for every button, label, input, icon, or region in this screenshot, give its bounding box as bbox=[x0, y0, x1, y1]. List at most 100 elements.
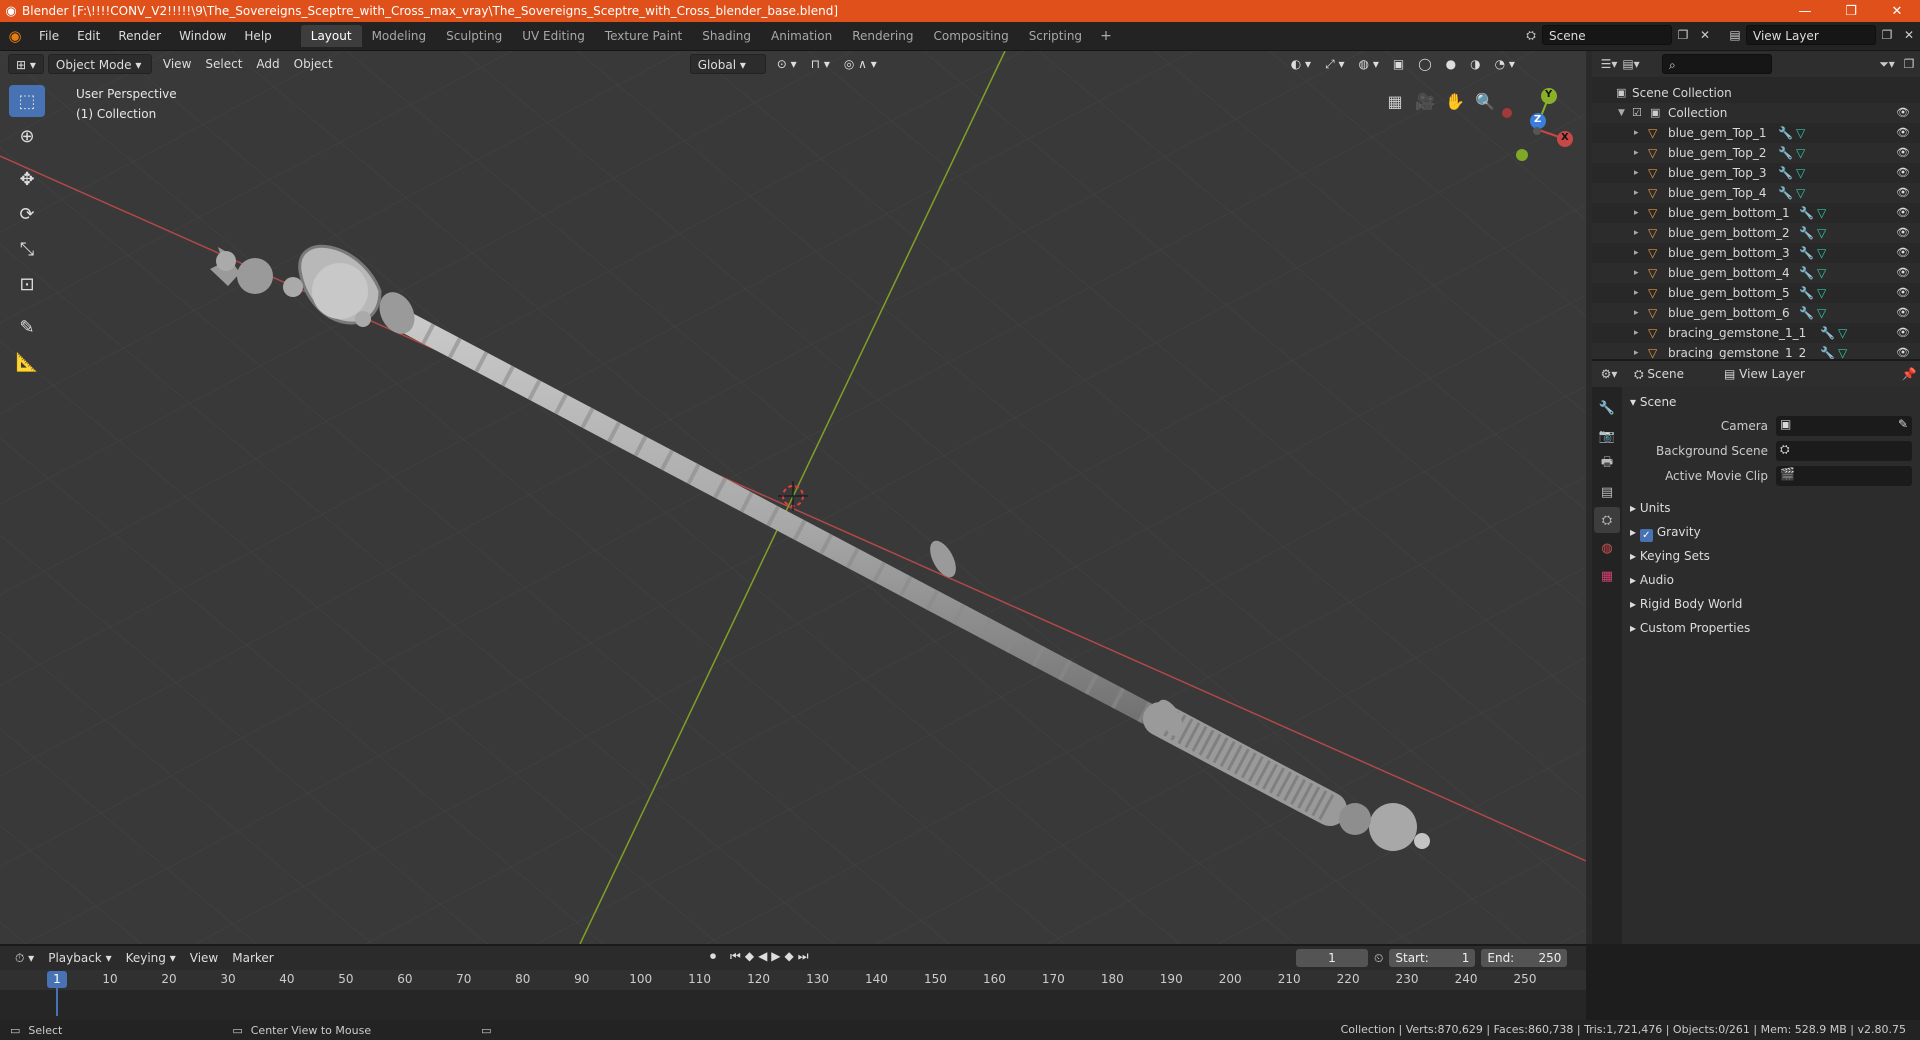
eye-icon[interactable]: 👁 bbox=[1896, 343, 1910, 359]
timeline-menu-marker[interactable]: Marker bbox=[225, 948, 280, 968]
camera-field[interactable]: ▣ ✎ bbox=[1776, 415, 1912, 436]
mesh-data-icon[interactable]: ▽ bbox=[1817, 203, 1826, 223]
scene-tab-icon[interactable]: ⛭ bbox=[1594, 507, 1620, 533]
mesh-data-icon[interactable]: ▽ bbox=[1796, 163, 1805, 183]
active-movie-clip-field[interactable]: 🎬 bbox=[1776, 465, 1912, 486]
viewport-menu-object[interactable]: Object bbox=[287, 54, 340, 74]
wrench-icon[interactable]: 🔧 bbox=[1778, 123, 1793, 143]
preview-range-icon[interactable]: ⏲ bbox=[1374, 951, 1383, 966]
expand-icon[interactable]: ▸ bbox=[1634, 283, 1639, 303]
menu-edit[interactable]: Edit bbox=[68, 25, 109, 47]
viewport-canvas[interactable] bbox=[0, 51, 1586, 944]
remove-view-layer-icon[interactable]: ✕ bbox=[1898, 25, 1920, 45]
jump-end-icon[interactable]: ⏭ bbox=[798, 949, 809, 964]
end-frame-field[interactable]: End: 250 bbox=[1481, 949, 1568, 967]
menu-file[interactable]: File bbox=[30, 25, 68, 47]
mesh-data-icon[interactable]: ▽ bbox=[1817, 223, 1826, 243]
wrench-icon[interactable]: 🔧 bbox=[1799, 203, 1814, 223]
expand-icon[interactable]: ▸ bbox=[1634, 323, 1639, 343]
scene-icon[interactable]: ⛭ bbox=[1520, 25, 1542, 45]
expand-icon[interactable]: ▸ bbox=[1634, 143, 1639, 163]
expand-icon[interactable]: ▸ bbox=[1634, 123, 1639, 143]
keying-sets-panel[interactable]: ▸ Keying Sets bbox=[1630, 544, 1912, 568]
gizmo-toggle-icon[interactable]: ⤢ ▾ bbox=[1318, 54, 1351, 74]
outliner-item[interactable]: ▸ ▽ blue_gem_bottom_2 🔧 ▽ 👁 bbox=[1592, 223, 1920, 243]
timeline-ruler[interactable]: 1102030405060708090100110120130140150160… bbox=[0, 970, 1586, 990]
next-keyframe-icon[interactable]: ◆ bbox=[785, 949, 794, 964]
checkbox-icon[interactable]: ☑ bbox=[1632, 103, 1642, 123]
eye-icon[interactable]: 👁 bbox=[1896, 163, 1910, 183]
audio-panel[interactable]: ▸ Audio bbox=[1630, 568, 1912, 592]
eye-icon[interactable]: 👁 bbox=[1896, 283, 1910, 303]
scene-collection-row[interactable]: ▣ Scene Collection bbox=[1592, 83, 1920, 103]
tab-animation[interactable]: Animation bbox=[761, 25, 842, 47]
world-tab-icon[interactable]: ◍ bbox=[1594, 535, 1620, 561]
mesh-data-icon[interactable]: ▽ bbox=[1796, 123, 1805, 143]
view-layer-tab-icon[interactable]: ▤ bbox=[1594, 479, 1620, 505]
outliner-item[interactable]: ▸ ▽ blue_gem_Top_3 🔧 ▽ 👁 bbox=[1592, 163, 1920, 183]
eye-icon[interactable]: 👁 bbox=[1896, 183, 1910, 203]
shading-rendered-icon[interactable]: ◔ ▾ bbox=[1488, 54, 1522, 74]
start-frame-field[interactable]: Start: 1 bbox=[1389, 949, 1476, 967]
wrench-icon[interactable]: 🔧 bbox=[1799, 263, 1814, 283]
wrench-icon[interactable]: 🔧 bbox=[1799, 223, 1814, 243]
mesh-data-icon[interactable]: ▽ bbox=[1817, 243, 1826, 263]
menu-help[interactable]: Help bbox=[235, 25, 280, 47]
gravity-panel[interactable]: ▸ ✓ Gravity bbox=[1630, 520, 1912, 544]
outliner-editor-type-icon[interactable]: ☰▾ bbox=[1598, 54, 1620, 74]
expand-icon[interactable]: ▸ bbox=[1634, 223, 1639, 243]
timeline-track[interactable] bbox=[0, 990, 1586, 1020]
camera-view-icon[interactable]: 🎥 bbox=[1410, 86, 1440, 116]
move-tool-icon[interactable]: ✥ bbox=[9, 163, 45, 195]
expand-icon[interactable]: ▸ bbox=[1634, 183, 1639, 203]
scene-panel-header[interactable]: ▾ Scene bbox=[1630, 391, 1912, 413]
rigid-body-world-panel[interactable]: ▸ Rigid Body World bbox=[1630, 592, 1912, 616]
viewport-menu-select[interactable]: Select bbox=[198, 54, 249, 74]
visibility-icon[interactable]: ◐ ▾ bbox=[1284, 54, 1318, 74]
viewport-menu-add[interactable]: Add bbox=[249, 54, 286, 74]
outliner-item[interactable]: ▸ ▽ bracing_gemstone_1_2 🔧 ▽ 👁 bbox=[1592, 343, 1920, 359]
new-view-layer-icon[interactable]: ❐ bbox=[1876, 25, 1898, 45]
eye-icon[interactable]: 👁 bbox=[1896, 123, 1910, 143]
mesh-data-icon[interactable]: ▽ bbox=[1838, 323, 1847, 343]
eyedropper-icon[interactable]: ✎ bbox=[1898, 417, 1908, 431]
wrench-icon[interactable]: 🔧 bbox=[1778, 143, 1793, 163]
mesh-data-icon[interactable]: ▽ bbox=[1796, 143, 1805, 163]
blender-menu-icon[interactable]: ◉ bbox=[0, 27, 30, 45]
outliner-item[interactable]: ▸ ▽ blue_gem_bottom_6 🔧 ▽ 👁 bbox=[1592, 303, 1920, 323]
wrench-icon[interactable]: 🔧 bbox=[1820, 323, 1835, 343]
shading-material-icon[interactable]: ◑ bbox=[1463, 54, 1487, 74]
tab-shading[interactable]: Shading bbox=[692, 25, 761, 47]
collection-row[interactable]: ▼ ☑ ▣ Collection 👁 bbox=[1592, 103, 1920, 123]
3d-viewport[interactable]: Y X Z ⊞ ▾ Object Mode ▾ View Select Add … bbox=[0, 51, 1586, 944]
rotate-tool-icon[interactable]: ⟳ bbox=[9, 198, 45, 230]
properties-editor-type-icon[interactable]: ⚙▾ bbox=[1598, 364, 1620, 384]
zoom-view-icon[interactable]: 🔍 bbox=[1470, 86, 1500, 116]
restore-button[interactable]: ❐ bbox=[1828, 0, 1874, 22]
wrench-icon[interactable]: 🔧 bbox=[1778, 183, 1793, 203]
eye-icon[interactable]: 👁 bbox=[1896, 303, 1910, 323]
eye-icon[interactable]: 👁 bbox=[1896, 243, 1910, 263]
tab-texture-paint[interactable]: Texture Paint bbox=[595, 25, 692, 47]
render-tab-icon[interactable]: 📷 bbox=[1594, 423, 1620, 449]
timeline-editor-type-icon[interactable]: ⏱ ▾ bbox=[8, 948, 41, 968]
outliner-item[interactable]: ▸ ▽ blue_gem_bottom_3 🔧 ▽ 👁 bbox=[1592, 243, 1920, 263]
mesh-data-icon[interactable]: ▽ bbox=[1838, 343, 1847, 359]
expand-icon[interactable]: ▸ bbox=[1634, 163, 1639, 183]
tab-uv-editing[interactable]: UV Editing bbox=[512, 25, 595, 47]
expand-icon[interactable]: ▸ bbox=[1634, 343, 1639, 359]
shading-wireframe-icon[interactable]: ◯ bbox=[1411, 54, 1438, 74]
current-frame-field[interactable]: 1 bbox=[1296, 949, 1368, 967]
record-icon[interactable]: ⏺ bbox=[710, 949, 716, 964]
tab-scripting[interactable]: Scripting bbox=[1019, 25, 1092, 47]
transform-tool-icon[interactable]: ⊡ bbox=[9, 268, 45, 300]
xray-icon[interactable]: ▣ bbox=[1386, 54, 1411, 74]
outliner-item[interactable]: ▸ ▽ blue_gem_Top_2 🔧 ▽ 👁 bbox=[1592, 143, 1920, 163]
jump-start-icon[interactable]: ⏮ bbox=[730, 949, 741, 964]
mesh-data-icon[interactable]: ▽ bbox=[1796, 183, 1805, 203]
minimize-button[interactable]: — bbox=[1782, 0, 1828, 22]
wrench-icon[interactable]: 🔧 bbox=[1820, 343, 1835, 359]
viewport-menu-view[interactable]: View bbox=[156, 54, 198, 74]
mesh-data-icon[interactable]: ▽ bbox=[1817, 263, 1826, 283]
timeline-menu-view[interactable]: View bbox=[183, 948, 225, 968]
